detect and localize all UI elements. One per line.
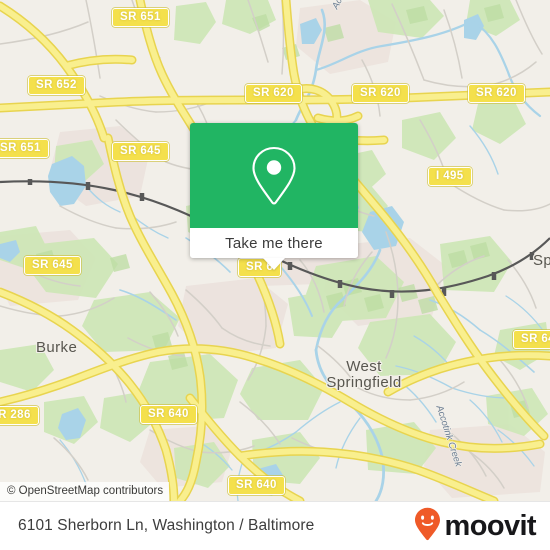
card-image-area [190,123,358,228]
take-me-there-label: Take me there [225,234,323,252]
map-pin-icon [249,145,299,207]
moovit-logo[interactable]: moovit [414,507,537,546]
osm-attribution[interactable]: © OpenStreetMap contributors [0,482,170,501]
card-pointer-arrow [263,258,285,270]
moovit-wordmark: moovit [444,509,537,542]
place-info-card[interactable]: Take me there [190,123,358,270]
address-label: 6101 Sherborn Ln, Washington / Baltimore [18,517,315,534]
app-root: SR 651 SR 652 SR 620 SR 620 SR 620 SR 65… [0,0,550,550]
moovit-smiley-pin-icon [414,507,441,546]
take-me-there-button[interactable]: Take me there [190,228,358,258]
bottom-bar: 6101 Sherborn Ln, Washington / Baltimore… [0,501,550,550]
